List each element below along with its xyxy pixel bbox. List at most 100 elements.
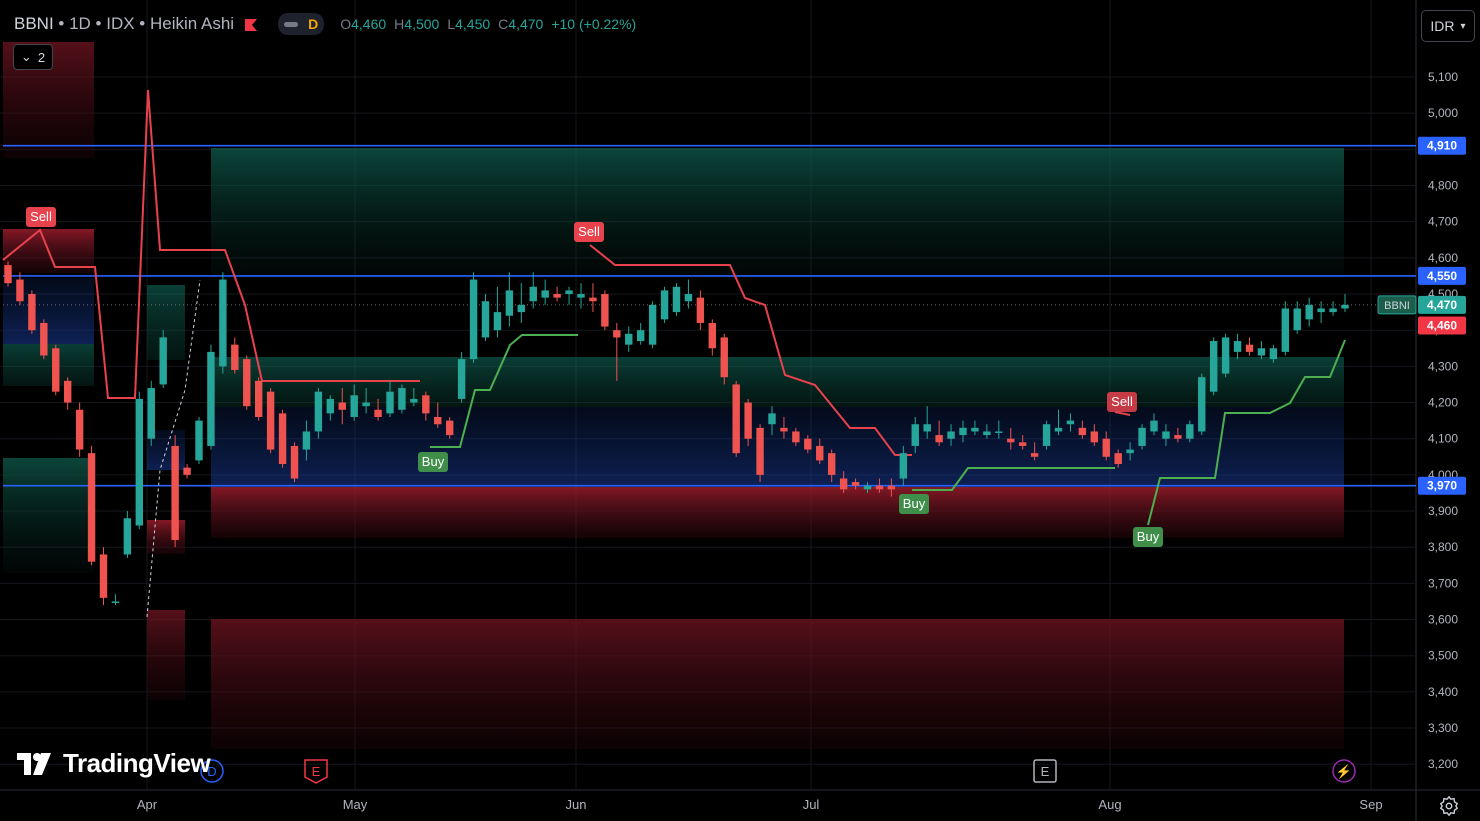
candle-body[interactable] [923, 424, 931, 432]
candle-body[interactable] [63, 380, 72, 403]
candle-body[interactable] [254, 380, 263, 417]
event-markers[interactable]: D E E ⚡ [200, 759, 1356, 784]
candle-body[interactable] [1030, 453, 1039, 457]
time-axis[interactable]: Apr May Jun Jul Aug Sep [137, 797, 1383, 812]
candle-body[interactable] [684, 294, 693, 302]
candle-body[interactable] [434, 416, 442, 425]
candle-body[interactable] [123, 518, 132, 555]
candle-body[interactable] [1281, 308, 1290, 352]
candle-body[interactable] [839, 478, 848, 490]
candle-body[interactable] [171, 445, 179, 540]
candle-body[interactable] [768, 413, 776, 425]
candle-body[interactable] [720, 337, 728, 378]
candle-body[interactable] [195, 420, 203, 461]
candle-body[interactable] [1329, 308, 1337, 313]
flag-icon[interactable] [244, 17, 258, 31]
candle-body[interactable] [183, 467, 191, 475]
candle-body[interactable] [147, 388, 155, 439]
candle-body[interactable] [326, 398, 335, 414]
candle-body[interactable] [625, 333, 633, 345]
candle-body[interactable] [565, 290, 573, 295]
candle-body[interactable] [899, 453, 908, 479]
candle-body[interactable] [601, 294, 609, 327]
candle-body[interactable] [1257, 348, 1266, 356]
candle-body[interactable] [1114, 453, 1122, 465]
price-chart[interactable]: Sell Buy Sell Buy Sell Buy D E E ⚡ 5,100 5,000 4,9… [0, 0, 1480, 821]
candle-body[interactable] [875, 485, 884, 490]
candle-body[interactable] [243, 359, 251, 407]
indicator-legend-toggle[interactable]: ⌄ 2 [13, 44, 53, 70]
candle-body[interactable] [1233, 341, 1242, 352]
candle-body[interactable] [744, 402, 752, 439]
candle-body[interactable] [290, 445, 299, 479]
candle-body[interactable] [517, 304, 526, 313]
candle-body[interactable] [553, 294, 561, 298]
price-axis[interactable]: 5,1005,0004,9004,8004,7004,6004,5004,400… [1377, 70, 1466, 771]
candle-body[interactable] [1293, 308, 1301, 331]
candle-body[interactable] [911, 424, 919, 446]
candle-body[interactable] [350, 395, 358, 417]
candle-body[interactable] [481, 301, 490, 338]
candle-body[interactable] [1245, 344, 1254, 352]
candle-body[interactable] [314, 391, 323, 432]
candle-body[interactable] [16, 279, 24, 302]
symbol-header[interactable]: BBNI • 1D • IDX • Heikin Ashi D O4,460 H… [14, 8, 636, 40]
candle-body[interactable] [362, 402, 370, 407]
candle-body[interactable] [457, 359, 466, 399]
candle-body[interactable] [1102, 438, 1110, 457]
candle-body[interactable] [529, 286, 537, 302]
symbol-name[interactable]: BBNI [14, 14, 54, 34]
candle-body[interactable] [589, 297, 597, 302]
candle-body[interactable] [851, 482, 860, 486]
candle-body[interactable] [935, 435, 943, 443]
candle-body[interactable] [971, 427, 979, 432]
candle-body[interactable] [613, 330, 621, 338]
candle-body[interactable] [99, 554, 108, 598]
candle-body[interactable] [302, 431, 311, 450]
candle-body[interactable] [1209, 341, 1218, 392]
candle-body[interactable] [1305, 304, 1313, 320]
candle-body[interactable] [28, 294, 36, 331]
candle-body[interactable] [732, 384, 740, 454]
candle-body[interactable] [983, 431, 991, 436]
candle-body[interactable] [1018, 442, 1027, 446]
candle-body[interactable] [1269, 348, 1278, 360]
candle-body[interactable] [278, 413, 287, 465]
candle-body[interactable] [1126, 449, 1134, 454]
candle-body[interactable] [40, 322, 48, 356]
candle-body[interactable] [338, 402, 346, 410]
candle-body[interactable] [672, 286, 681, 313]
candle-body[interactable] [696, 297, 705, 323]
candle-body[interactable] [75, 409, 84, 450]
candle-body[interactable] [995, 431, 1003, 433]
candle-body[interactable] [708, 322, 717, 349]
candle-body[interactable] [52, 348, 60, 392]
candle-body[interactable] [541, 290, 549, 298]
candle-body[interactable] [374, 409, 382, 417]
candle-body[interactable] [1007, 438, 1015, 443]
candle-body[interactable] [816, 445, 824, 461]
candle-body[interactable] [505, 290, 514, 316]
candle-body[interactable] [445, 420, 454, 436]
candle-body[interactable] [1066, 420, 1075, 425]
candle-body[interactable] [386, 391, 394, 414]
candle-body[interactable] [4, 265, 12, 284]
candle-body[interactable] [1341, 304, 1349, 309]
candle-body[interactable] [111, 601, 120, 603]
candle-body[interactable] [1078, 427, 1087, 436]
interval-label[interactable]: 1D [69, 14, 91, 34]
candle-body[interactable] [135, 398, 144, 526]
candle-body[interactable] [1162, 431, 1170, 439]
candle-body[interactable] [1090, 431, 1099, 443]
candle-body[interactable] [947, 431, 955, 439]
candle-body[interactable] [207, 351, 215, 446]
candle-body[interactable] [410, 398, 418, 403]
candle-body[interactable] [887, 485, 896, 490]
candle-body[interactable] [469, 279, 478, 360]
candle-body[interactable] [1174, 435, 1182, 439]
candle-body[interactable] [1221, 337, 1230, 374]
settings-gear-icon[interactable] [1437, 795, 1461, 817]
candle-body[interactable] [1186, 424, 1194, 439]
candle-body[interactable] [577, 294, 585, 298]
data-status-pill[interactable]: D [278, 13, 325, 35]
